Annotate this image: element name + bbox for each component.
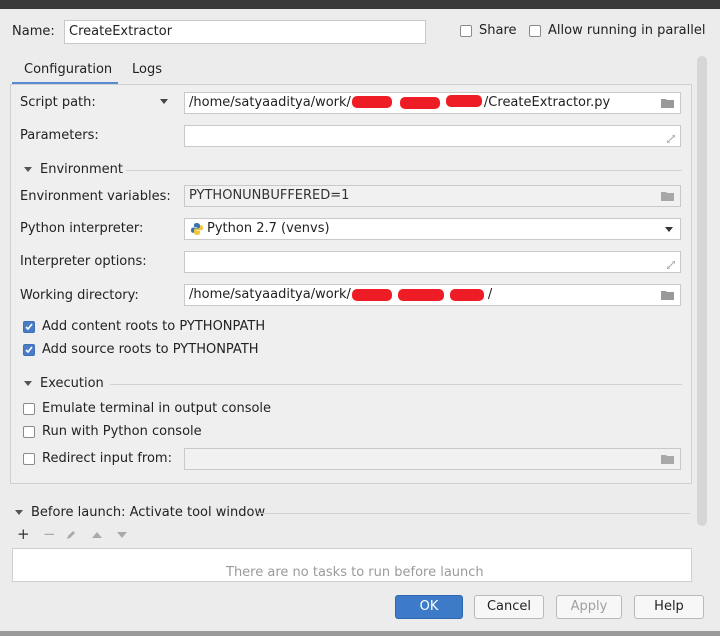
share-label[interactable]: Share (479, 23, 517, 38)
environment-header: Environment (40, 162, 124, 177)
add-content-roots-checkbox[interactable] (23, 321, 35, 333)
redirect-input-checkbox[interactable] (23, 453, 35, 465)
folder-icon[interactable] (661, 191, 674, 201)
env-vars-value: PYTHONUNBUFFERED=1 (189, 188, 350, 203)
add-icon[interactable]: + (17, 525, 30, 543)
redaction-mark (352, 96, 392, 108)
redaction-mark (400, 97, 440, 109)
script-path-tail: /CreateExtractor.py (483, 95, 611, 110)
script-path-label: Script path: (20, 95, 96, 110)
python-console-checkbox[interactable] (23, 426, 35, 438)
window-titlebar (0, 0, 720, 9)
folder-icon[interactable] (661, 454, 674, 464)
window-bottom-border (0, 631, 720, 636)
expand-icon[interactable] (667, 135, 675, 143)
redaction-mark (450, 289, 484, 301)
apply-button[interactable]: Apply (556, 595, 622, 619)
allow-parallel-label[interactable]: Allow running in parallel (548, 23, 705, 38)
chevron-down-icon[interactable] (665, 227, 673, 232)
share-checkbox[interactable] (460, 25, 472, 37)
allow-parallel-checkbox[interactable] (529, 25, 541, 37)
redirect-input-field[interactable] (184, 448, 681, 470)
script-path-value: /home/satyaaditya/work/ (189, 95, 351, 110)
working-dir-label: Working directory: (20, 288, 139, 303)
parameters-field[interactable] (184, 125, 681, 147)
parameters-label: Parameters: (20, 128, 99, 143)
python-console-label[interactable]: Run with Python console (42, 424, 202, 439)
script-type-dropdown-icon[interactable] (160, 99, 168, 104)
add-content-roots-label[interactable]: Add content roots to PYTHONPATH (42, 319, 265, 334)
remove-icon[interactable]: − (43, 525, 56, 543)
before-launch-header: Before launch: Activate tool window (31, 505, 266, 520)
before-launch-empty-text: There are no tasks to run before launch (226, 565, 484, 580)
folder-icon[interactable] (661, 98, 674, 108)
tab-logs-label: Logs (132, 62, 162, 77)
divider (258, 513, 690, 514)
tab-configuration[interactable]: Configuration (12, 58, 118, 85)
redaction-mark (352, 289, 392, 301)
folder-icon[interactable] (661, 290, 674, 300)
tab-configuration-label: Configuration (24, 62, 113, 77)
interp-options-field[interactable] (184, 251, 681, 273)
working-dir-tail: / (487, 287, 493, 302)
cancel-button[interactable]: Cancel (474, 595, 544, 619)
python-icon (191, 223, 203, 235)
help-button[interactable]: Help (634, 595, 704, 619)
before-launch-collapse-icon[interactable] (15, 510, 23, 515)
tab-logs[interactable]: Logs (122, 58, 172, 82)
execution-header: Execution (40, 376, 104, 391)
before-launch-task-list[interactable]: There are no tasks to run before launch (12, 548, 692, 582)
expand-icon[interactable] (667, 261, 675, 269)
working-dir-value: /home/satyaaditya/work/ (189, 287, 351, 302)
divider (126, 170, 682, 171)
divider (110, 384, 682, 385)
redaction-mark (446, 95, 482, 107)
before-launch-toolbar: + − (14, 525, 134, 544)
interpreter-select[interactable]: Python 2.7 (venvs) (184, 218, 681, 240)
environment-collapse-icon[interactable] (24, 167, 32, 172)
emulate-terminal-checkbox[interactable] (23, 403, 35, 415)
env-vars-field[interactable]: PYTHONUNBUFFERED=1 (184, 185, 681, 207)
move-down-icon[interactable] (117, 532, 127, 538)
add-source-roots-checkbox[interactable] (23, 344, 35, 356)
ok-button[interactable]: OK (395, 595, 463, 619)
interp-options-label: Interpreter options: (20, 254, 147, 269)
name-label: Name: (12, 24, 55, 39)
move-up-icon[interactable] (92, 532, 102, 538)
execution-collapse-icon[interactable] (24, 381, 32, 386)
vertical-scrollbar[interactable] (697, 56, 707, 526)
edit-icon[interactable] (66, 530, 76, 540)
env-vars-label: Environment variables: (20, 189, 171, 204)
add-source-roots-label[interactable]: Add source roots to PYTHONPATH (42, 342, 259, 357)
redirect-input-label[interactable]: Redirect input from: (42, 451, 172, 466)
emulate-terminal-label[interactable]: Emulate terminal in output console (42, 401, 271, 416)
interpreter-value: Python 2.7 (venvs) (207, 221, 330, 236)
name-value: CreateExtractor (69, 24, 173, 39)
name-field[interactable]: CreateExtractor (64, 20, 426, 44)
redaction-mark (398, 289, 444, 301)
interpreter-label: Python interpreter: (20, 221, 144, 236)
